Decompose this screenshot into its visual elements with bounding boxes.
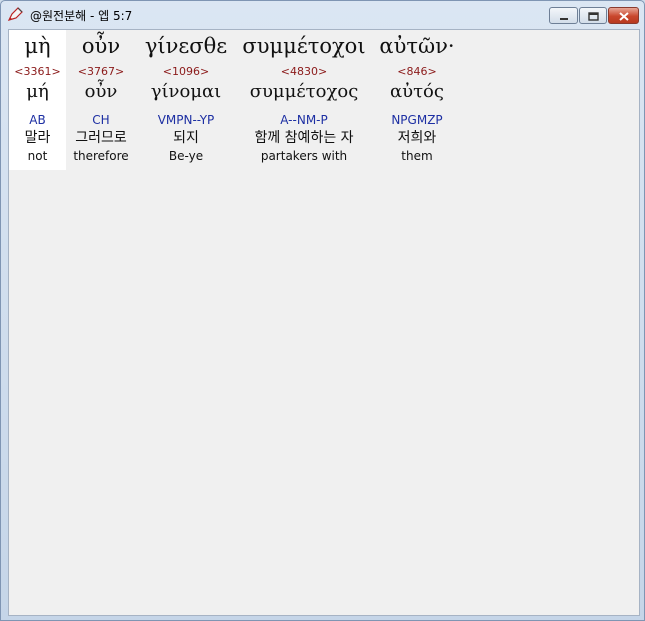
lemma: αὐτός bbox=[390, 81, 444, 102]
korean-gloss: 저희와 bbox=[397, 130, 437, 146]
lemma: συμμέτοχος bbox=[249, 81, 359, 102]
app-window: @원전분해 - 엡 5:7 μὴ <3361> μή AB 말라 not οὖν… bbox=[0, 0, 645, 621]
english-gloss: them bbox=[401, 149, 433, 163]
strong-number: <846> bbox=[397, 65, 437, 78]
morphology-code: A--NM-P bbox=[280, 113, 328, 127]
korean-gloss: 되지 bbox=[173, 130, 199, 146]
english-gloss: therefore bbox=[73, 149, 129, 163]
close-icon bbox=[618, 6, 629, 25]
strong-number: <3361> bbox=[14, 65, 61, 78]
close-button[interactable] bbox=[608, 7, 639, 24]
greek-word: αὐτῶν· bbox=[379, 34, 455, 58]
morphology-code: CH bbox=[92, 113, 110, 127]
word-column[interactable]: γίνεσθε <1096> γίνομαι VMPN--YP 되지 Be-ye bbox=[136, 30, 236, 170]
word-column[interactable]: συμμέτοχοι <4830> συμμέτοχος A--NM-P 함께 … bbox=[236, 30, 372, 170]
minimize-button[interactable] bbox=[549, 7, 578, 24]
greek-word: γίνεσθε bbox=[144, 34, 228, 58]
morphology-code: AB bbox=[29, 113, 46, 127]
strong-number: <3767> bbox=[77, 65, 125, 78]
korean-gloss: 함께 참예하는 자 bbox=[254, 130, 354, 146]
interlinear-panel[interactable]: μὴ <3361> μή AB 말라 not οὖν <3767> οὖν CH… bbox=[8, 29, 640, 616]
lemma: οὖν bbox=[84, 81, 118, 102]
korean-gloss: 말라 bbox=[24, 130, 51, 146]
strong-number: <1096> bbox=[162, 65, 210, 78]
english-gloss: Be-ye bbox=[168, 149, 204, 163]
korean-gloss: 그러므로 bbox=[75, 130, 127, 146]
word-column[interactable]: μὴ <3361> μή AB 말라 not bbox=[9, 30, 66, 170]
strong-number: <4830> bbox=[280, 65, 328, 78]
lemma: γίνομαι bbox=[150, 81, 222, 102]
title-bar[interactable]: @원전분해 - 엡 5:7 bbox=[1, 1, 644, 27]
greek-word: μὴ bbox=[24, 34, 51, 58]
morphology-code: NPGMZP bbox=[391, 113, 443, 127]
word-column[interactable]: οὖν <3767> οὖν CH 그러므로 therefore bbox=[66, 30, 136, 170]
pen-icon[interactable] bbox=[7, 7, 24, 22]
lemma: μή bbox=[26, 81, 49, 102]
morphology-code: VMPN--YP bbox=[157, 113, 215, 127]
english-gloss: not bbox=[27, 149, 48, 163]
greek-word: συμμέτοχοι bbox=[242, 34, 366, 58]
word-column[interactable]: αὐτῶν· <846> αὐτός NPGMZP 저희와 them bbox=[372, 30, 462, 170]
greek-word: οὖν bbox=[81, 34, 121, 58]
window-title: @원전분해 - 엡 5:7 bbox=[30, 9, 133, 23]
maximize-button[interactable] bbox=[579, 7, 607, 24]
minimize-icon bbox=[559, 6, 569, 25]
maximize-icon bbox=[587, 6, 599, 25]
english-gloss: partakers with bbox=[260, 149, 348, 163]
